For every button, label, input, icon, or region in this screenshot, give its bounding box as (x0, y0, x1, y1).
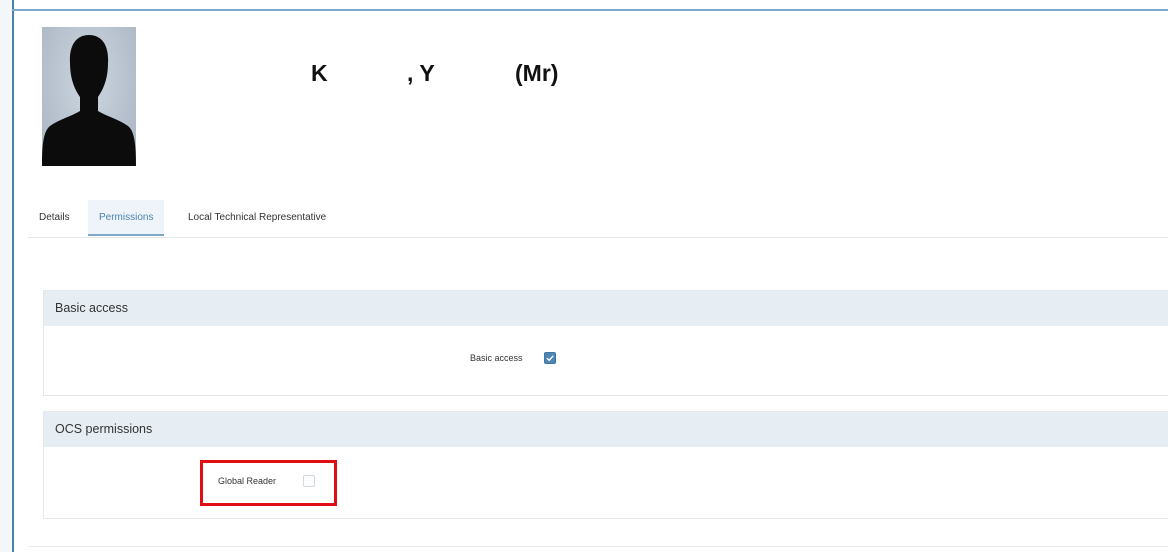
tab-bar: Details Permissions Local Technical Repr… (28, 200, 1168, 238)
person-silhouette-icon (42, 35, 136, 166)
basic-access-field-label: Basic access (470, 353, 523, 363)
profile-photo-avatar (42, 27, 136, 166)
checkmark-icon (546, 355, 554, 362)
tab-permissions[interactable]: Permissions (88, 200, 165, 236)
profile-title: (Mr) (515, 60, 559, 86)
profile-surname: K (311, 60, 328, 86)
left-window-border (0, 0, 14, 552)
profile-given-name: , Y (407, 60, 435, 86)
basic-access-panel: Basic access Basic access (43, 290, 1168, 396)
basic-access-checkbox[interactable] (544, 352, 556, 364)
profile-header: K , Y (Mr) (14, 11, 1168, 187)
ocs-permissions-header: OCS permissions (44, 412, 1168, 447)
bottom-divider (28, 546, 1168, 547)
red-highlight-box (200, 460, 337, 506)
tab-details[interactable]: Details (28, 200, 81, 236)
tab-local-technical-representative[interactable]: Local Technical Representative (177, 200, 337, 236)
basic-access-header: Basic access (44, 291, 1168, 326)
